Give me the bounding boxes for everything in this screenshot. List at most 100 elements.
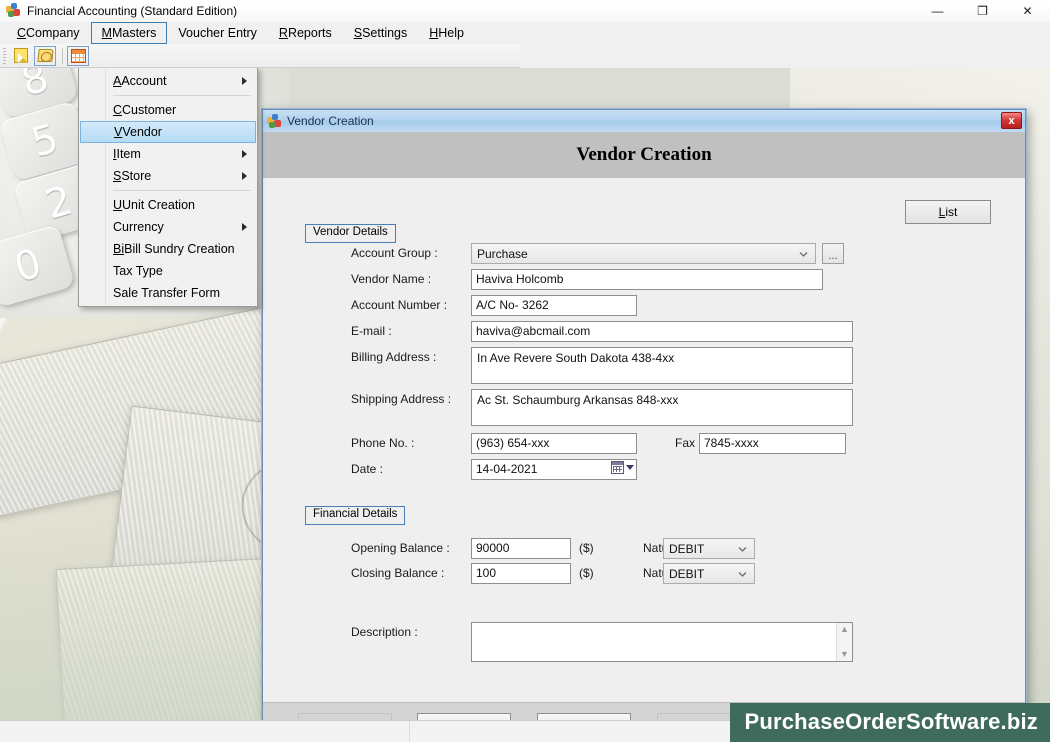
menu-reports-label: Reports	[287, 26, 332, 40]
field-row-shipping-address: Shipping Address : Ac St. Schaumburg Ark…	[351, 389, 853, 426]
menu-separator	[113, 95, 251, 96]
menu-item-customer-label: Customer	[122, 103, 177, 117]
menu-item-vendor-label: Vendor	[122, 125, 162, 139]
submenu-arrow-icon	[242, 77, 247, 85]
account-group-browse-button[interactable]: ...	[822, 243, 844, 264]
opening-balance-input[interactable]: 90000	[471, 538, 571, 559]
vendor-details-section-label: Vendor Details	[305, 224, 396, 243]
nature-closing-select[interactable]: DEBIT	[663, 563, 755, 584]
dialog-close-button[interactable]: x	[1001, 112, 1022, 129]
new-document-button[interactable]	[10, 46, 32, 66]
menu-settings[interactable]: SSettings	[343, 22, 419, 44]
scroll-up-icon[interactable]: ▲	[840, 625, 849, 634]
description-field: ▲ ▼	[471, 622, 853, 662]
field-row-date: Date : 14-04-2021	[351, 459, 637, 480]
menu-item-bill-sundry-creation-label: Bill Sundry Creation	[124, 242, 235, 256]
menu-item-currency[interactable]: Currency	[79, 216, 257, 238]
menu-item-tax-type-label: Tax Type	[113, 264, 163, 278]
add-button[interactable]: Add	[297, 712, 392, 720]
cancel-button[interactable]: Cancel	[537, 712, 632, 720]
toolbar-grip[interactable]	[3, 47, 6, 64]
menu-help[interactable]: HHelp	[418, 22, 475, 44]
minimize-button[interactable]: —	[915, 0, 960, 22]
menu-item-vendor[interactable]: VVendor	[80, 121, 256, 143]
date-picker-controls[interactable]	[611, 461, 634, 474]
field-row-account-number: Account Number : A/C No- 3262	[351, 295, 637, 316]
account-number-label: Account Number :	[351, 298, 448, 312]
field-row-email: E-mail : haviva@abcmail.com	[351, 321, 853, 342]
vendor-name-input[interactable]: Haviva Holcomb	[471, 269, 823, 290]
toolbar	[0, 44, 520, 68]
menu-item-bill-sundry-creation[interactable]: BiBill Sundry Creation	[79, 238, 257, 260]
menu-item-unit-creation-label: Unit Creation	[122, 198, 195, 212]
dialog-titlebar: Vendor Creation x	[263, 110, 1025, 132]
account-group-value: Purchase	[477, 246, 528, 261]
open-folder-icon	[36, 49, 54, 62]
list-button[interactable]: List	[905, 200, 991, 224]
menu-masters-label: Masters	[111, 26, 157, 40]
account-group-select[interactable]: Purchase	[471, 243, 816, 264]
phone-label: Phone No. :	[351, 436, 415, 450]
statusbar-panel	[0, 720, 410, 742]
open-folder-button[interactable]	[34, 45, 56, 66]
vendor-creation-dialog: Vendor Creation x Vendor Creation List V…	[262, 109, 1026, 720]
menu-item-account[interactable]: AAccount	[79, 70, 257, 92]
scroll-down-icon[interactable]: ▼	[840, 650, 849, 659]
menu-item-unit-creation[interactable]: UUnit Creation	[79, 194, 257, 216]
closing-balance-currency: ($)	[579, 566, 594, 580]
dialog-body: List Vendor Details Account Group : Purc…	[263, 178, 1025, 702]
menu-item-item[interactable]: IItem	[79, 143, 257, 165]
account-group-label: Account Group :	[351, 246, 438, 260]
dialog-icon	[267, 113, 282, 129]
closing-balance-input[interactable]: 100	[471, 563, 571, 584]
menu-company-label: Company	[26, 26, 80, 40]
date-picker[interactable]: 14-04-2021	[471, 459, 637, 480]
account-number-input[interactable]: A/C No- 3262	[471, 295, 637, 316]
grid-table-button[interactable]	[67, 45, 89, 66]
menu-item-sale-transfer-form-label: Sale Transfer Form	[113, 286, 220, 300]
save-button[interactable]: Save	[417, 712, 512, 720]
nature-closing-label: Nature :	[643, 566, 686, 580]
description-scrollbar[interactable]: ▲ ▼	[836, 623, 852, 661]
date-label: Date :	[351, 462, 384, 476]
phone-input[interactable]: (963) 654-xxx	[471, 433, 637, 454]
menu-item-account-label: Account	[121, 74, 167, 88]
financial-details-section-label: Financial Details	[305, 506, 406, 525]
new-document-icon	[14, 48, 28, 63]
billing-address-textarea[interactable]: In Ave Revere South Dakota 438-4xx	[471, 347, 853, 384]
submenu-arrow-icon	[242, 172, 247, 180]
field-row-account-group: Account Group : Purchase ...	[351, 243, 844, 264]
field-row-phone-fax: Phone No. : (963) 654-xxx Fax : 7845-xxx…	[351, 433, 846, 454]
menu-masters[interactable]: MMasters	[90, 22, 168, 44]
menu-item-customer[interactable]: CCustomer	[79, 99, 257, 121]
restore-button[interactable]: ❐	[960, 0, 1005, 22]
mdi-client-area: 8 5 2 0 AAccount CCustomer VVendor IItem…	[0, 68, 1050, 720]
menu-help-label: Help	[438, 26, 464, 40]
submenu-arrow-icon	[242, 150, 247, 158]
close-button[interactable]: ✕	[1005, 0, 1050, 22]
email-input[interactable]: haviva@abcmail.com	[471, 321, 853, 342]
menu-separator	[113, 190, 251, 191]
menu-voucher-entry[interactable]: Voucher Entry	[167, 22, 268, 44]
menu-reports[interactable]: RReports	[268, 22, 343, 44]
menubar: CCompany MMasters Voucher Entry RReports…	[0, 22, 1050, 44]
menu-item-store-label: Store	[121, 169, 152, 183]
menu-item-sale-transfer-form[interactable]: Sale Transfer Form	[79, 282, 257, 304]
description-textarea[interactable]	[471, 622, 853, 662]
closing-balance-label: Closing Balance :	[351, 566, 445, 580]
fax-input[interactable]: 7845-xxxx	[699, 433, 846, 454]
menu-settings-label: Settings	[362, 26, 408, 40]
chevron-down-icon	[738, 544, 747, 553]
shipping-address-textarea[interactable]: Ac St. Schaumburg Arkansas 848-xxx	[471, 389, 853, 426]
shipping-address-label: Shipping Address :	[351, 392, 452, 406]
menu-item-tax-type[interactable]: Tax Type	[79, 260, 257, 282]
application-icon	[5, 3, 21, 19]
menu-item-store[interactable]: SStore	[79, 165, 257, 187]
description-label: Description :	[351, 625, 418, 639]
menu-company[interactable]: CCompany	[6, 22, 91, 44]
billing-address-label: Billing Address :	[351, 350, 437, 364]
nature-opening-select[interactable]: DEBIT	[663, 538, 755, 559]
field-row-opening-balance: Opening Balance : 90000 ($) Nature : DEB…	[351, 538, 755, 559]
nature-opening-label: Nature :	[643, 541, 686, 555]
menu-item-item-label: Item	[116, 147, 141, 161]
